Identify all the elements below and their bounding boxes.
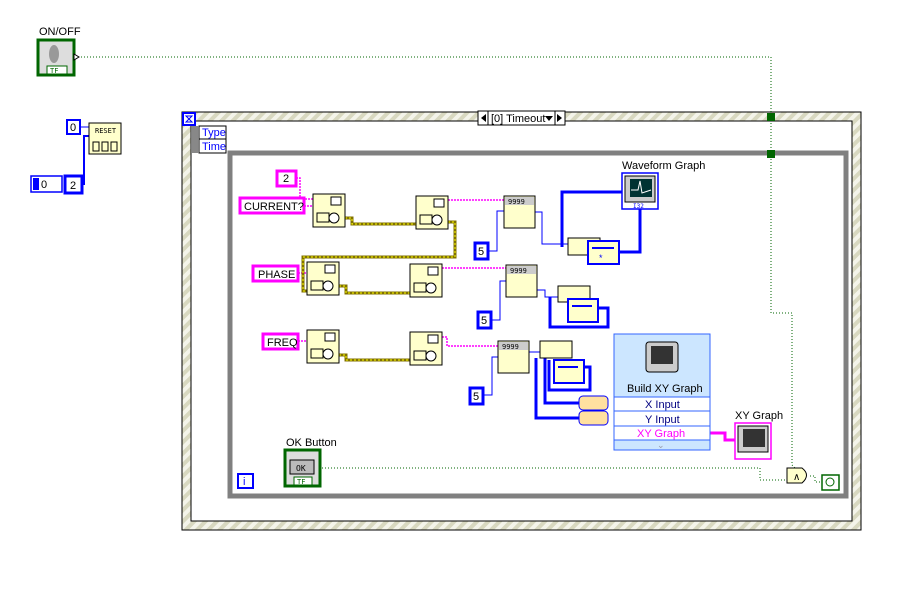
svg-text:TF: TF bbox=[297, 478, 305, 486]
svg-text:i: i bbox=[243, 476, 245, 488]
xy-graph-indicator[interactable] bbox=[734, 422, 772, 460]
build-xy-graph-express-vi[interactable]: Build XY Graph X Input Y Input XY Graph … bbox=[613, 333, 711, 451]
event-tunnel bbox=[767, 113, 775, 121]
gpib-read-node-2[interactable] bbox=[409, 263, 443, 298]
x-input-terminal: X Input bbox=[645, 399, 680, 411]
svg-text:9999: 9999 bbox=[502, 343, 519, 351]
phase-command-constant[interactable]: PHASE bbox=[251, 264, 300, 283]
on-off-control[interactable]: TF bbox=[36, 38, 80, 77]
svg-text:PHASE: PHASE bbox=[258, 269, 295, 281]
loop-condition-terminal[interactable] bbox=[821, 474, 840, 491]
svg-text:0: 0 bbox=[41, 179, 47, 191]
svg-text:*: * bbox=[599, 253, 603, 263]
numeric-control[interactable]: 0 bbox=[30, 175, 63, 193]
svg-text:RESET: RESET bbox=[95, 127, 117, 135]
svg-text:5: 5 bbox=[473, 391, 479, 403]
gpib-read-node-3[interactable] bbox=[409, 331, 443, 366]
svg-text:9999: 9999 bbox=[508, 198, 525, 206]
svg-text:5: 5 bbox=[478, 246, 484, 258]
increment-decrement-icon bbox=[33, 178, 39, 190]
iteration-terminal: i bbox=[237, 473, 254, 489]
ok-button-label: OK Button bbox=[286, 437, 337, 449]
string-to-array-node-1[interactable]: 9999 bbox=[503, 195, 536, 229]
svg-text:∧: ∧ bbox=[793, 472, 800, 483]
address-constant[interactable]: 2 bbox=[275, 169, 298, 188]
svg-text:I32: I32 bbox=[633, 203, 644, 210]
svg-text:2: 2 bbox=[283, 173, 289, 185]
svg-text:0: 0 bbox=[70, 122, 76, 134]
gpib-write-node-3[interactable] bbox=[306, 329, 340, 364]
svg-text:OK: OK bbox=[296, 464, 306, 473]
loop-tunnel bbox=[767, 150, 775, 158]
y-input-terminal: Y Input bbox=[645, 414, 680, 426]
event-case-label: [0] Timeout bbox=[491, 113, 545, 125]
svg-text:TF: TF bbox=[50, 67, 58, 75]
gpib-write-node-1[interactable] bbox=[312, 193, 346, 228]
convert-to-dynamic-y[interactable] bbox=[578, 410, 609, 426]
svg-text:FREQ: FREQ bbox=[267, 337, 298, 349]
svg-text:9999: 9999 bbox=[510, 267, 527, 275]
event-data-time: Time bbox=[202, 141, 226, 153]
count-constant-1[interactable]: 5 bbox=[473, 241, 490, 261]
count-constant-3[interactable]: 5 bbox=[468, 386, 485, 406]
and-function[interactable]: ∧ bbox=[786, 467, 807, 484]
event-data-node[interactable]: Type Time bbox=[192, 125, 227, 154]
event-case-selector[interactable]: [0] Timeout bbox=[477, 110, 566, 126]
freq-command-constant[interactable]: FREQ bbox=[261, 332, 300, 351]
current-command-constant[interactable]: CURRENT? bbox=[238, 196, 306, 215]
reset-node[interactable]: RESET bbox=[88, 122, 122, 155]
expand-chevron-icon: ⌄ bbox=[657, 440, 665, 450]
svg-text:Build XY Graph: Build XY Graph bbox=[627, 383, 703, 395]
xy-graph-icon bbox=[651, 346, 673, 364]
ok-button-control[interactable]: OK TF bbox=[283, 448, 322, 488]
string-to-array-node-3[interactable]: 9999 bbox=[497, 340, 530, 374]
waveform-graph-indicator[interactable]: I32 bbox=[621, 172, 659, 210]
hourglass-icon bbox=[182, 112, 196, 126]
waveform-graph-label: Waveform Graph bbox=[622, 160, 705, 172]
convert-to-dynamic-x[interactable] bbox=[578, 395, 609, 411]
gpib-read-node-1[interactable] bbox=[415, 195, 449, 230]
string-to-array-node-2[interactable]: 9999 bbox=[505, 264, 538, 298]
block-diagram: [0] Timeout Type Time i ON/OFF TF 0 RESE… bbox=[30, 26, 862, 531]
xy-graph-output-terminal: XY Graph bbox=[637, 428, 685, 440]
gpib-write-node-2[interactable] bbox=[306, 261, 340, 296]
event-data-type: Type bbox=[202, 127, 226, 139]
toggle-switch-icon bbox=[49, 45, 59, 63]
count-constant-2[interactable]: 5 bbox=[476, 310, 493, 330]
constant-two[interactable]: 2 bbox=[63, 174, 84, 195]
xy-graph-label: XY Graph bbox=[735, 410, 783, 422]
on-off-label: ON/OFF bbox=[39, 26, 81, 38]
svg-text:2: 2 bbox=[70, 180, 76, 192]
svg-text:5: 5 bbox=[481, 315, 487, 327]
constant-zero[interactable]: 0 bbox=[66, 119, 81, 135]
svg-text:CURRENT?: CURRENT? bbox=[244, 201, 304, 213]
